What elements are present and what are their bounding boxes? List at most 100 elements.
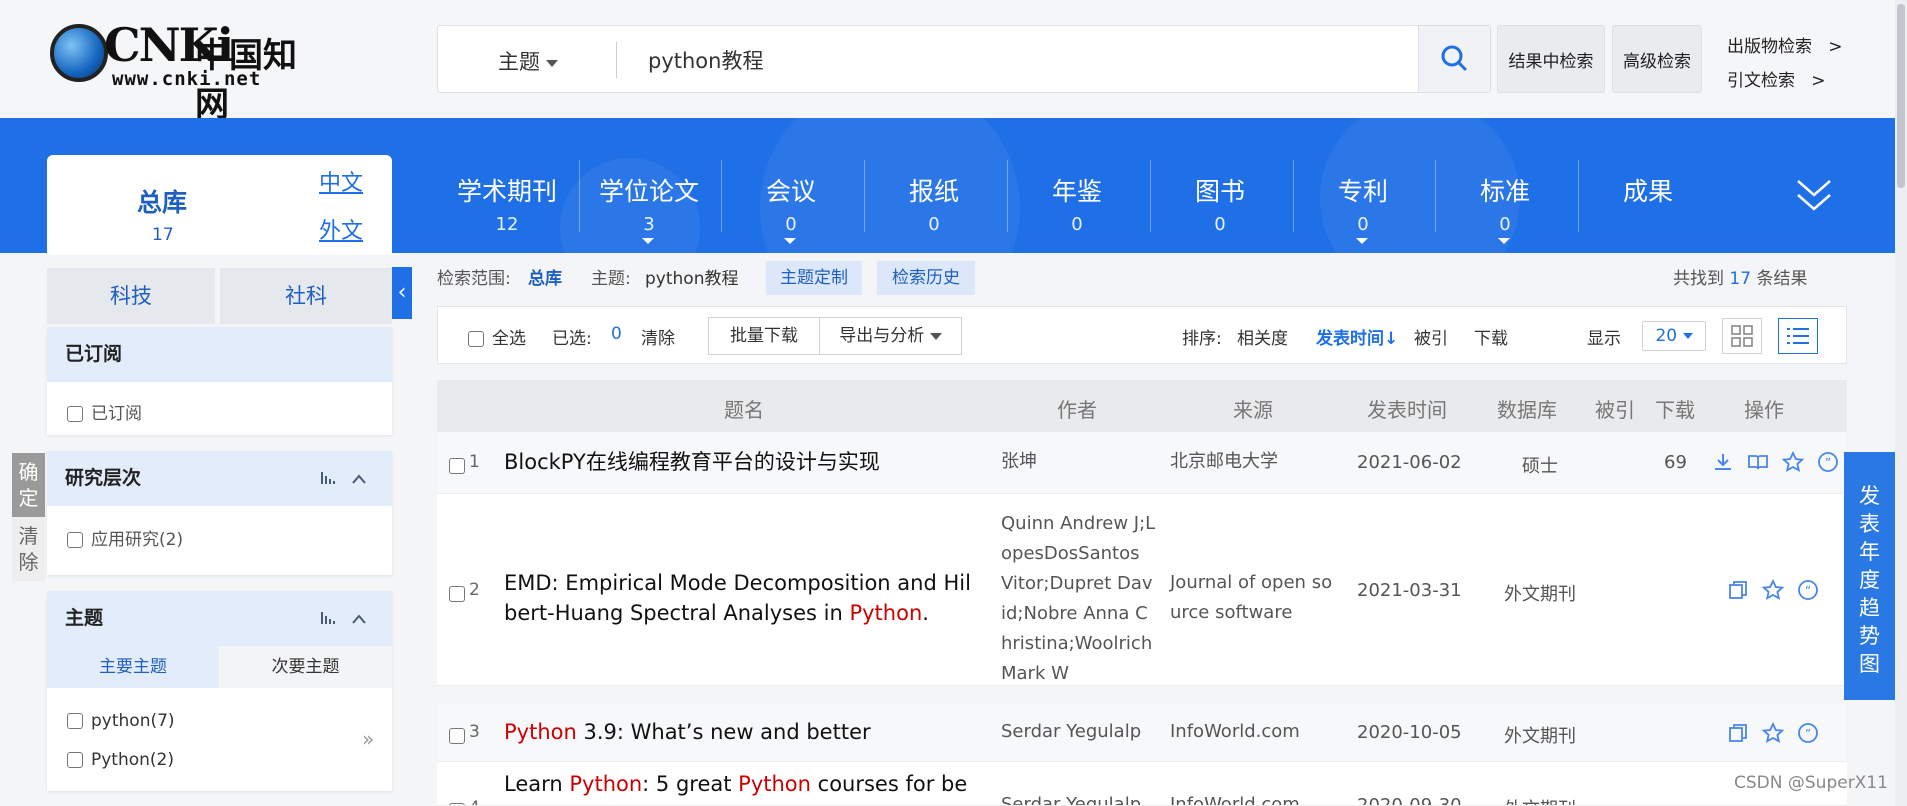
collapse-sidebar-button[interactable]: ‹ [392, 267, 412, 319]
export-analysis-dropdown[interactable]: 导出与分析 [819, 317, 962, 355]
row-title-link[interactable]: EMD: Empirical Mode Decomposition and Hi… [504, 568, 984, 628]
sort-relevance[interactable]: 相关度 [1237, 324, 1288, 349]
col-cited[interactable]: 被引 [1595, 394, 1635, 423]
row-title-link[interactable]: BlockPY在线编程教育平台的设计与实现 [504, 447, 984, 477]
publication-search-link[interactable]: 出版物检索 > [1727, 32, 1842, 57]
search-field-select[interactable]: 主题 [498, 46, 558, 76]
subject-tabs: 科技 社科 [47, 268, 392, 324]
checkbox[interactable] [67, 532, 83, 548]
page-scrollbar[interactable] [1895, 0, 1907, 806]
category-journal[interactable]: 学术期刊 12 [436, 172, 578, 235]
search-button[interactable] [1418, 26, 1490, 92]
row-source[interactable]: InfoWorld.com [1170, 717, 1342, 747]
bar-chart-icon[interactable] [319, 451, 339, 528]
selected-label: 已选: [552, 329, 592, 349]
tab-keji[interactable]: 科技 [47, 268, 215, 324]
subscribed-option[interactable]: 已订阅 [67, 399, 142, 424]
row-source[interactable]: InfoWorld.com [1170, 790, 1342, 805]
row-author[interactable]: 张坤 [1001, 447, 1156, 477]
row-author[interactable]: Quinn Andrew J;LopesDosSantos Vitor;Dupr… [1001, 509, 1156, 689]
category-book[interactable]: 图书 0 [1149, 172, 1291, 235]
star-icon[interactable] [1762, 722, 1784, 744]
scope-label: 检索范围: [437, 269, 511, 289]
star-icon[interactable] [1782, 451, 1804, 473]
topic-label: 主题: [591, 269, 631, 289]
quote-icon[interactable]: ” [1797, 722, 1819, 744]
topic-custom-button[interactable]: 主题定制 [766, 261, 862, 295]
checkbox[interactable] [67, 713, 83, 729]
zongku-label: 总库 [137, 188, 188, 217]
page-size-select[interactable]: 20 [1642, 321, 1706, 351]
quote-icon[interactable]: ” [1797, 579, 1819, 601]
row-source[interactable]: Journal of open source software [1170, 568, 1342, 628]
zongku-tab[interactable]: 总库 17 中文 外文 [47, 155, 392, 255]
scrollbar-thumb[interactable] [1897, 4, 1905, 188]
row-title-link[interactable]: Learn Python: 5 great Python courses for… [504, 769, 984, 799]
star-icon[interactable] [1762, 579, 1784, 601]
topic-option[interactable]: python(7) [67, 711, 175, 731]
expand-categories-icon[interactable] [1795, 175, 1833, 219]
sort-cited[interactable]: 被引 [1414, 324, 1448, 349]
category-yearbook[interactable]: 年鉴 0 [1006, 172, 1148, 235]
quote-icon[interactable]: ” [1817, 451, 1839, 473]
row-source[interactable]: 北京邮电大学 [1170, 447, 1342, 477]
table-row: 4 Learn Python: 5 great Python courses f… [437, 762, 1847, 806]
search-in-results-button[interactable]: 结果中检索 [1497, 25, 1605, 93]
row-actions: ” [1712, 451, 1839, 473]
copy-icon[interactable] [1727, 579, 1749, 601]
panel-title: 已订阅 [47, 327, 392, 382]
watermark: CSDN @SuperX11 [1734, 773, 1888, 793]
topic-option[interactable]: Python(2) [67, 750, 174, 770]
category-conference[interactable]: 会议 0 [720, 172, 862, 244]
category-standard[interactable]: 标准 0 [1434, 172, 1576, 244]
row-author[interactable]: Serdar Yegulalp [1001, 790, 1156, 805]
tab-secondary-topic[interactable]: 次要主题 [219, 646, 392, 688]
search-input[interactable] [648, 40, 1328, 80]
panel-title: 主题 [65, 607, 104, 629]
row-title-link[interactable]: Python 3.9: What’s new and better [504, 717, 984, 747]
dropdown-icon [784, 238, 796, 244]
chevron-up-icon[interactable] [350, 451, 368, 528]
results-toolbar: 全选 已选: 0 清除 批量下载 导出与分析 排序: 相关度 发表时间↓ 被引 … [437, 306, 1847, 364]
category-newspaper[interactable]: 报纸 0 [863, 172, 1005, 235]
read-online-icon[interactable] [1747, 451, 1769, 473]
col-title: 题名 [724, 398, 764, 422]
advanced-search-button[interactable]: 高级检索 [1612, 25, 1702, 93]
level-option[interactable]: 应用研究(2) [67, 525, 183, 550]
confirm-button[interactable]: 确定 [12, 453, 45, 517]
select-all-checkbox[interactable]: 全选 [468, 324, 526, 349]
col-ops: 操作 [1744, 398, 1784, 422]
sort-date[interactable]: 发表时间↓ [1316, 324, 1398, 349]
batch-download-button[interactable]: 批量下载 [708, 317, 820, 355]
publication-trend-tab[interactable]: 发表年度趋势图 [1844, 452, 1895, 700]
category-achievement[interactable]: 成果 [1577, 172, 1719, 214]
chinese-link[interactable]: 中文 [319, 165, 363, 197]
zongku-count: 17 [152, 225, 174, 245]
clear-button[interactable]: 清除 [12, 517, 45, 581]
col-download[interactable]: 下载 [1655, 394, 1695, 423]
category-thesis[interactable]: 学位论文 3 [578, 172, 720, 244]
citation-search-link[interactable]: 引文检索 > [1727, 66, 1825, 91]
clear-selection-link[interactable]: 清除 [641, 324, 675, 349]
search-history-button[interactable]: 检索历史 [877, 261, 975, 295]
row-author[interactable]: Serdar Yegulalp [1001, 717, 1156, 747]
more-icon[interactable]: » [362, 727, 374, 751]
foreign-link[interactable]: 外文 [319, 213, 363, 245]
grid-view-button[interactable] [1722, 318, 1762, 354]
list-view-button[interactable] [1778, 318, 1818, 354]
row-number: 1 [469, 452, 480, 472]
result-count: 共找到 17 条结果 [1673, 269, 1808, 289]
checkbox[interactable] [67, 752, 83, 768]
download-icon[interactable] [1712, 451, 1734, 473]
tab-main-topic[interactable]: 主要主题 [47, 646, 219, 688]
sort-download[interactable]: 下载 [1474, 324, 1508, 349]
col-date: 发表时间 [1367, 398, 1447, 422]
tab-sheke[interactable]: 社科 [220, 268, 392, 324]
category-patent[interactable]: 专利 0 [1292, 172, 1434, 244]
cnki-logo[interactable]: CNKi 中国知网 www.cnki.net [50, 18, 320, 125]
checkbox[interactable] [468, 331, 484, 347]
copy-icon[interactable] [1727, 722, 1749, 744]
col-database: 数据库 [1497, 398, 1557, 422]
research-level-panel: 研究层次 应用研究(2) [47, 451, 392, 575]
checkbox[interactable] [67, 406, 83, 422]
